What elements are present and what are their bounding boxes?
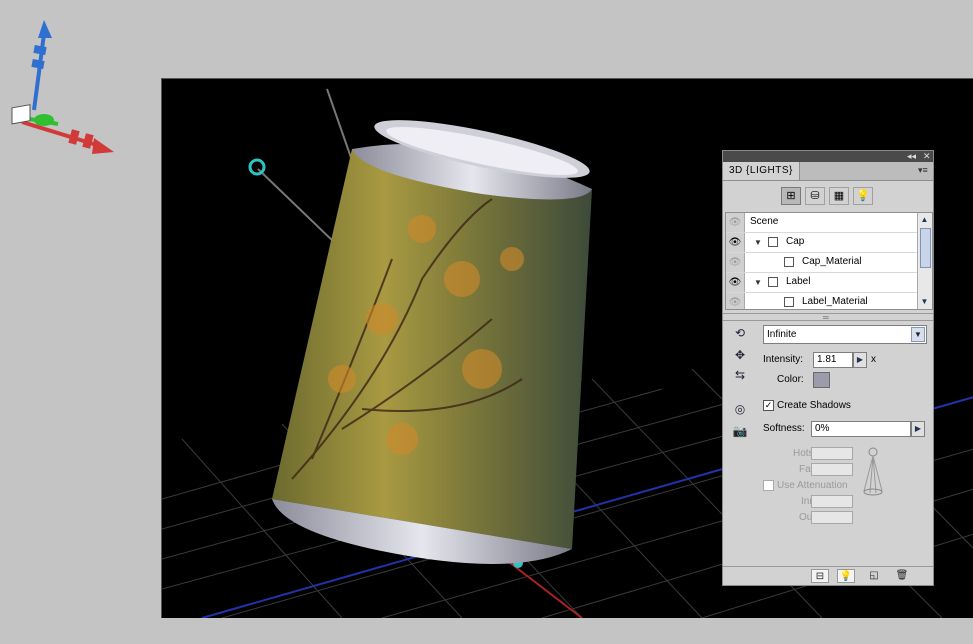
panel-topbar: ◂◂ ✕ xyxy=(723,151,933,162)
scene-tree-row[interactable]: 👁 Scene xyxy=(726,213,918,233)
3d-lights-panel: ◂◂ ✕ 3D {LIGHTS} ▾≡ ⊞ ⛁ ▦ 💡 👁 Scene 👁 ▼ … xyxy=(722,150,934,586)
intensity-suffix: x xyxy=(871,354,876,365)
scene-tree-row[interactable]: 👁 Label_Material xyxy=(726,293,918,309)
scene-item-label: Label xyxy=(786,276,811,287)
material-icon xyxy=(784,257,794,267)
delete-light-icon[interactable]: 🗑 xyxy=(893,569,911,583)
slide-light-icon[interactable]: ⇆ xyxy=(729,365,751,385)
close-panel-button[interactable]: ✕ xyxy=(923,151,931,162)
visibility-eye-icon[interactable]: 👁 xyxy=(726,273,745,292)
whole-scene-filter-button[interactable]: ⊞ xyxy=(781,187,801,205)
scene-item-label: Cap xyxy=(786,236,805,247)
lights-filter-button[interactable]: 💡 xyxy=(853,187,873,205)
scene-tree-row[interactable]: 👁 ▼ Cap xyxy=(726,233,918,253)
drag-light-icon[interactable]: ✥ xyxy=(729,345,751,365)
scroll-up-icon[interactable]: ▲ xyxy=(919,214,930,225)
move-to-view-icon[interactable]: 📷 xyxy=(729,421,751,441)
use-attenuation-checkbox xyxy=(763,480,774,491)
material-icon xyxy=(784,297,794,307)
x-axis-handle[interactable] xyxy=(21,120,114,154)
visibility-eye-icon[interactable]: 👁 xyxy=(726,253,745,272)
spotlight-cone-icon xyxy=(863,447,883,496)
expand-triangle-icon[interactable]: ▼ xyxy=(754,278,762,287)
hotspot-input xyxy=(811,447,853,460)
visibility-eye-icon[interactable]: 👁 xyxy=(726,233,745,252)
light-type-dropdown[interactable]: Infinite ▼ xyxy=(763,325,927,344)
scene-tree-list: 👁 Scene 👁 ▼ Cap 👁 Cap_Material 👁 ▼ Label… xyxy=(725,212,933,310)
3d-axis-widget[interactable] xyxy=(0,14,120,164)
scrollbar-thumb[interactable] xyxy=(920,228,931,268)
intensity-input[interactable]: 1.81 xyxy=(813,352,853,368)
use-attenuation-label: Use Attenuation xyxy=(777,480,848,491)
scene-list-scrollbar[interactable]: ▲ ▼ xyxy=(917,213,932,309)
axis-origin-cube[interactable] xyxy=(11,104,31,125)
falloff-input xyxy=(811,463,853,476)
create-shadows-label: Create Shadows xyxy=(777,400,851,411)
tab-3d-lights[interactable]: 3D {LIGHTS} xyxy=(723,162,800,180)
scene-item-label: Scene xyxy=(750,216,779,227)
intensity-label: Intensity: xyxy=(763,354,804,365)
light-handle-icon[interactable] xyxy=(248,158,266,176)
scene-item-label: Label_Material xyxy=(802,296,868,307)
collapse-panel-button[interactable]: ◂◂ xyxy=(907,151,916,162)
scroll-down-icon[interactable]: ▼ xyxy=(919,296,930,307)
chevron-down-icon[interactable]: ▼ xyxy=(911,327,925,342)
expand-triangle-icon[interactable]: ▼ xyxy=(754,238,762,247)
visibility-eye-icon[interactable]: 👁 xyxy=(726,213,745,232)
new-light-icon[interactable]: ◱ xyxy=(865,569,883,583)
meshes-filter-button[interactable]: ⛁ xyxy=(805,187,825,205)
rotate-light-icon[interactable]: ⟲ xyxy=(729,323,751,343)
mesh-icon xyxy=(768,277,778,287)
materials-filter-button[interactable]: ▦ xyxy=(829,187,849,205)
y-axis-handle[interactable] xyxy=(31,20,52,111)
scene-filter-bar: ⊞ ⛁ ▦ 💡 xyxy=(723,181,933,211)
create-shadows-checkbox[interactable]: ✓ xyxy=(763,400,774,411)
inner-input xyxy=(811,495,853,508)
toggle-ground-plane-icon[interactable]: ⊟ xyxy=(811,569,829,583)
soda-can-model[interactable] xyxy=(272,109,593,564)
scene-tree-row[interactable]: 👁 ▼ Label xyxy=(726,273,918,293)
intensity-slider-button[interactable]: ▶ xyxy=(853,352,867,368)
point-at-origin-icon[interactable]: ◎ xyxy=(729,399,751,419)
outer-input xyxy=(811,511,853,524)
light-color-swatch[interactable] xyxy=(813,372,830,388)
softness-label: Softness: xyxy=(763,423,805,434)
toggle-lights-icon[interactable]: 💡 xyxy=(837,569,855,583)
panel-resize-divider[interactable]: ═ xyxy=(723,313,933,322)
panel-tab-row: 3D {LIGHTS} ▾≡ xyxy=(723,162,933,181)
softness-slider-button[interactable]: ▶ xyxy=(911,421,925,437)
scene-item-label: Cap_Material xyxy=(802,256,862,267)
panel-bottom-bar: ⊟ 💡 ◱ 🗑 xyxy=(723,566,933,585)
softness-input[interactable]: 0% xyxy=(811,421,911,437)
mesh-icon xyxy=(768,237,778,247)
light-type-value: Infinite xyxy=(767,329,797,340)
scene-tree-row[interactable]: 👁 Cap_Material xyxy=(726,253,918,273)
panel-menu-icon[interactable]: ▾≡ xyxy=(918,165,930,176)
color-label: Color: xyxy=(777,374,804,385)
visibility-eye-icon[interactable]: 👁 xyxy=(726,293,745,309)
